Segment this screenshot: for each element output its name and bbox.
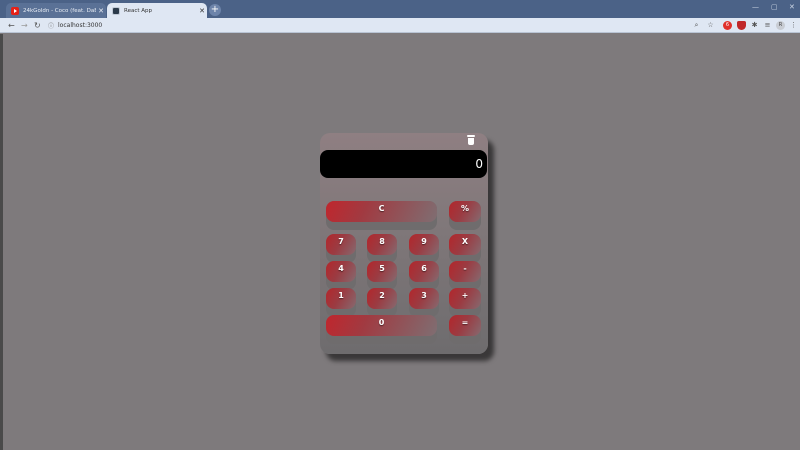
digit-7-button[interactable]: 7 xyxy=(326,234,356,263)
percent-button[interactable]: % xyxy=(449,201,481,230)
equals-button[interactable]: = xyxy=(449,315,481,344)
zoom-icon[interactable]: ⌕ xyxy=(692,21,701,30)
minimize-icon[interactable]: — xyxy=(752,3,759,11)
react-icon xyxy=(112,6,120,15)
minus-button[interactable]: - xyxy=(449,261,481,290)
key-label: 8 xyxy=(367,234,397,255)
maximize-icon[interactable]: ▢ xyxy=(771,3,778,11)
url-text: localhost:3000 xyxy=(58,22,103,29)
digit-5-button[interactable]: 5 xyxy=(367,261,397,290)
key-label: 0 xyxy=(326,315,437,336)
menu-kebab-icon[interactable]: ⋮ xyxy=(789,21,798,30)
digit-8-button[interactable]: 8 xyxy=(367,234,397,263)
close-tab-icon[interactable]: ✕ xyxy=(96,7,106,15)
plus-button[interactable]: + xyxy=(449,288,481,317)
profile-avatar[interactable]: R xyxy=(776,21,785,30)
tab-title: 24kGoldn - Coco (feat. DaB... xyxy=(23,7,96,14)
clear-button[interactable]: C xyxy=(326,201,437,230)
key-label: 7 xyxy=(326,234,356,255)
tab-strip: 24kGoldn - Coco (feat. DaB... ✕ React Ap… xyxy=(0,0,800,18)
digit-4-button[interactable]: 4 xyxy=(326,261,356,290)
key-label: 1 xyxy=(326,288,356,309)
youtube-icon xyxy=(11,6,19,15)
trash-icon[interactable] xyxy=(467,135,475,145)
key-label: 3 xyxy=(409,288,439,309)
multiply-button[interactable]: X xyxy=(449,234,481,263)
browser-chrome: 24kGoldn - Coco (feat. DaB... ✕ React Ap… xyxy=(0,0,800,34)
new-tab-button[interactable]: + xyxy=(209,4,221,16)
browser-toolbar: ← → ↻ ⓘ localhost:3000 ⌕ ☆ 6 ✱ ≡ R ⋮ xyxy=(0,18,800,33)
key-label: + xyxy=(449,288,481,309)
key-label: 6 xyxy=(409,261,439,282)
calculator: 0 C % 7 8 9 X 4 5 6 - 1 2 3 + 0 = xyxy=(320,133,488,354)
adblock-shield-icon[interactable] xyxy=(737,21,746,30)
calculator-display: 0 xyxy=(320,150,487,178)
site-info-icon[interactable]: ⓘ xyxy=(48,21,54,30)
key-label: 9 xyxy=(409,234,439,255)
key-label: 2 xyxy=(367,288,397,309)
close-tab-icon[interactable]: ✕ xyxy=(197,7,207,15)
tab-youtube[interactable]: 24kGoldn - Coco (feat. DaB... ✕ xyxy=(6,3,106,18)
window-edge xyxy=(0,34,3,450)
close-window-icon[interactable]: ✕ xyxy=(789,3,795,11)
forward-icon[interactable]: → xyxy=(21,20,28,31)
key-label: = xyxy=(449,315,481,336)
key-label: C xyxy=(326,201,437,222)
digit-6-button[interactable]: 6 xyxy=(409,261,439,290)
tab-react-app[interactable]: React App ✕ xyxy=(107,3,207,18)
tab-title: React App xyxy=(124,7,153,14)
bookmark-star-icon[interactable]: ☆ xyxy=(706,21,715,30)
key-label: 5 xyxy=(367,261,397,282)
extension-icon[interactable]: 6 xyxy=(723,21,732,30)
key-label: 4 xyxy=(326,261,356,282)
digit-1-button[interactable]: 1 xyxy=(326,288,356,317)
media-queue-icon[interactable]: ≡ xyxy=(763,21,772,30)
digit-3-button[interactable]: 3 xyxy=(409,288,439,317)
reload-icon[interactable]: ↻ xyxy=(34,20,41,31)
key-label: - xyxy=(449,261,481,282)
digit-9-button[interactable]: 9 xyxy=(409,234,439,263)
digit-0-button[interactable]: 0 xyxy=(326,315,437,344)
extensions-puzzle-icon[interactable]: ✱ xyxy=(750,21,759,30)
address-bar[interactable]: ⓘ localhost:3000 xyxy=(48,20,720,31)
key-label: % xyxy=(449,201,481,222)
back-icon[interactable]: ← xyxy=(8,20,15,31)
digit-2-button[interactable]: 2 xyxy=(367,288,397,317)
key-label: X xyxy=(449,234,481,255)
